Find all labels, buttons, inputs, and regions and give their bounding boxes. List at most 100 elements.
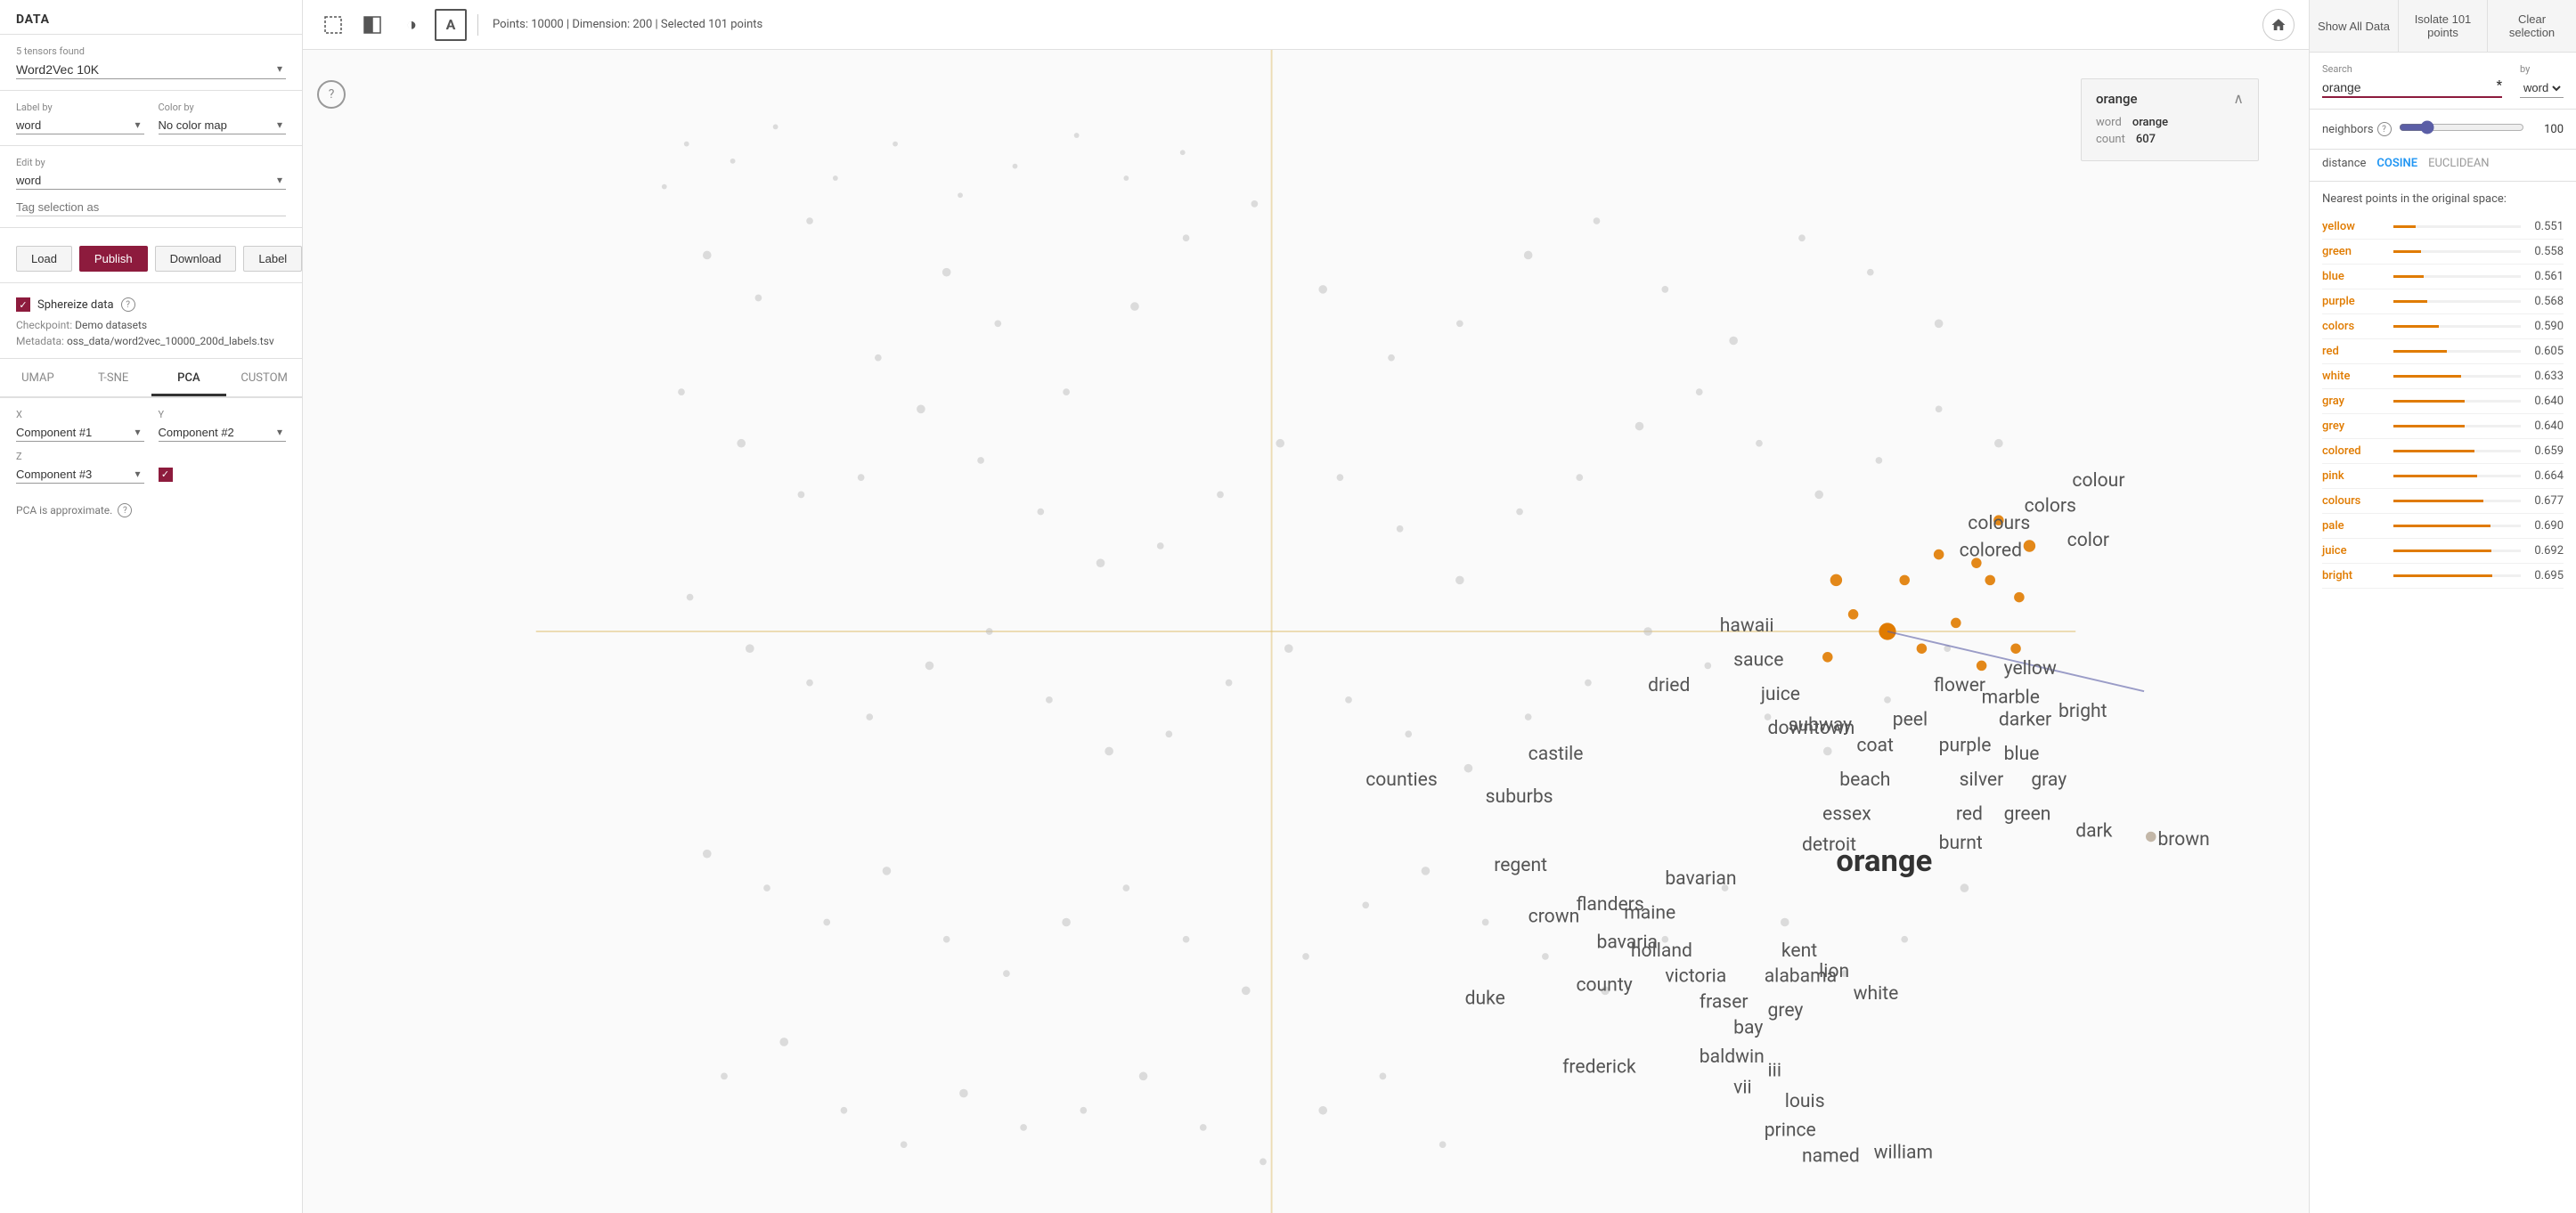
nearest-value: 0.558: [2528, 245, 2564, 258]
pca-approx-note: PCA is approximate.: [16, 504, 112, 517]
brightness-icon[interactable]: ◑: [395, 9, 428, 41]
label-flanders: flanders: [1576, 893, 1643, 916]
search-input[interactable]: [2322, 78, 2502, 98]
nearest-value: 0.659: [2528, 444, 2564, 458]
label-green: green: [2004, 802, 2051, 825]
search-clear-button[interactable]: *: [2497, 78, 2502, 93]
nearest-word: blue: [2322, 270, 2386, 283]
nearest-item[interactable]: bright 0.695: [2322, 564, 2564, 589]
neighbors-info-icon[interactable]: ?: [2377, 122, 2392, 136]
label-named: named: [1802, 1144, 1860, 1167]
scatter-canvas[interactable]: colors colour color colours colored yell…: [303, 50, 2309, 1213]
label-blue-top: blue: [2004, 743, 2040, 765]
label-by-dropdown[interactable]: word: [16, 117, 144, 134]
nearest-item[interactable]: pale 0.690: [2322, 514, 2564, 539]
nearest-list: yellow 0.551 green 0.558 blue 0.561 purp…: [2322, 215, 2564, 589]
label-frederick: frederick: [1562, 1056, 1636, 1079]
publish-button[interactable]: Publish: [79, 246, 148, 272]
nearest-word: pink: [2322, 469, 2386, 483]
label-peel: peel: [1893, 709, 1928, 731]
metadata-label: Metadata:: [16, 335, 64, 347]
nearest-item[interactable]: juice 0.692: [2322, 539, 2564, 564]
euclidean-option[interactable]: EUCLIDEAN: [2428, 157, 2490, 170]
label-burnt: burnt: [1939, 832, 1983, 854]
label-purple: purple: [1939, 734, 1992, 756]
z-component-dropdown[interactable]: Component #3: [16, 466, 144, 484]
label-bay: bay: [1733, 1016, 1763, 1038]
tooltip-word-value: orange: [2132, 116, 2168, 129]
download-button[interactable]: Download: [155, 246, 237, 272]
label-castile: castile: [1528, 743, 1584, 765]
nearest-bar-wrap: [2393, 574, 2521, 577]
label-vii: vii: [1733, 1077, 1752, 1099]
label-button[interactable]: Label: [243, 246, 302, 272]
nearest-bar: [2393, 275, 2424, 278]
tooltip-close-button[interactable]: ∧: [2233, 90, 2244, 107]
y-component-dropdown[interactable]: Component #2: [159, 424, 287, 442]
tag-selection-input[interactable]: [16, 199, 286, 216]
tab-custom[interactable]: CUSTOM: [226, 359, 302, 396]
x-component-dropdown[interactable]: Component #1: [16, 424, 144, 442]
nearest-value: 0.677: [2528, 494, 2564, 508]
nearest-value: 0.551: [2528, 220, 2564, 233]
clear-selection-button[interactable]: Clear selection: [2488, 0, 2576, 52]
neighbors-slider[interactable]: [2399, 120, 2524, 134]
tab-pca[interactable]: PCA: [151, 359, 227, 396]
tab-umap[interactable]: UMAP: [0, 359, 76, 396]
tab-tsne[interactable]: T-SNE: [76, 359, 151, 396]
label-juice: juice: [1760, 683, 1800, 705]
sphereize-info-icon[interactable]: ?: [121, 297, 135, 312]
nearest-item[interactable]: colored 0.659: [2322, 439, 2564, 464]
nearest-word: white: [2322, 370, 2386, 383]
selection-box-icon[interactable]: [317, 9, 349, 41]
home-button[interactable]: [2262, 9, 2295, 41]
nearest-item[interactable]: red 0.605: [2322, 339, 2564, 364]
nearest-bar: [2393, 525, 2490, 527]
cosine-option[interactable]: COSINE: [2376, 157, 2417, 170]
dataset-dropdown[interactable]: Word2Vec 10K: [16, 61, 286, 79]
night-mode-icon[interactable]: [356, 9, 388, 41]
isolate-points-button[interactable]: Isolate 101 points: [2399, 0, 2488, 52]
label-colors: colors: [2025, 495, 2076, 517]
nearest-item[interactable]: green 0.558: [2322, 240, 2564, 265]
label-colour: colour: [2072, 469, 2124, 492]
nearest-item[interactable]: pink 0.664: [2322, 464, 2564, 489]
nearest-item[interactable]: blue 0.561: [2322, 265, 2564, 289]
label-louis: louis: [1785, 1090, 1825, 1112]
toolbar-separator: [477, 14, 478, 36]
edit-by-dropdown[interactable]: word: [16, 172, 286, 190]
nearest-item[interactable]: grey 0.640: [2322, 414, 2564, 439]
nearest-section: Nearest points in the original space: ye…: [2310, 182, 2576, 599]
tooltip-title: orange: [2096, 91, 2138, 107]
nearest-item[interactable]: colours 0.677: [2322, 489, 2564, 514]
checkpoint-value: Demo datasets: [75, 319, 147, 331]
label-grey: grey: [1768, 999, 1804, 1022]
load-button[interactable]: Load: [16, 246, 72, 272]
sphereize-checkbox[interactable]: [16, 297, 30, 312]
label-gray: gray: [2031, 769, 2067, 791]
color-by-label: Color by: [159, 102, 287, 113]
nearest-word: juice: [2322, 544, 2386, 558]
color-by-dropdown[interactable]: No color map: [159, 117, 287, 134]
nearest-item[interactable]: yellow 0.551: [2322, 215, 2564, 240]
pca-info-icon[interactable]: ?: [118, 503, 132, 517]
nearest-bar-wrap: [2393, 375, 2521, 378]
nearest-item[interactable]: white 0.633: [2322, 364, 2564, 389]
nearest-item[interactable]: colors 0.590: [2322, 314, 2564, 339]
text-icon[interactable]: A: [435, 9, 467, 41]
by-dropdown[interactable]: word: [2520, 78, 2564, 98]
sidebar-title: DATA: [16, 12, 286, 27]
nearest-item[interactable]: purple 0.568: [2322, 289, 2564, 314]
show-all-data-button[interactable]: Show All Data: [2310, 0, 2399, 52]
label-duke: duke: [1465, 988, 1505, 1010]
label-orange-main: orange: [1836, 843, 1932, 879]
z-component-checkbox[interactable]: [159, 468, 173, 482]
nearest-item[interactable]: gray 0.640: [2322, 389, 2564, 414]
search-section: Search * by word: [2310, 53, 2576, 110]
by-label: by: [2520, 63, 2564, 75]
label-yellow: yellow: [2004, 657, 2057, 680]
nearest-bar: [2393, 375, 2461, 378]
label-essex: essex: [1822, 802, 1871, 825]
nearest-value: 0.640: [2528, 419, 2564, 433]
nearest-bar-wrap: [2393, 425, 2521, 427]
